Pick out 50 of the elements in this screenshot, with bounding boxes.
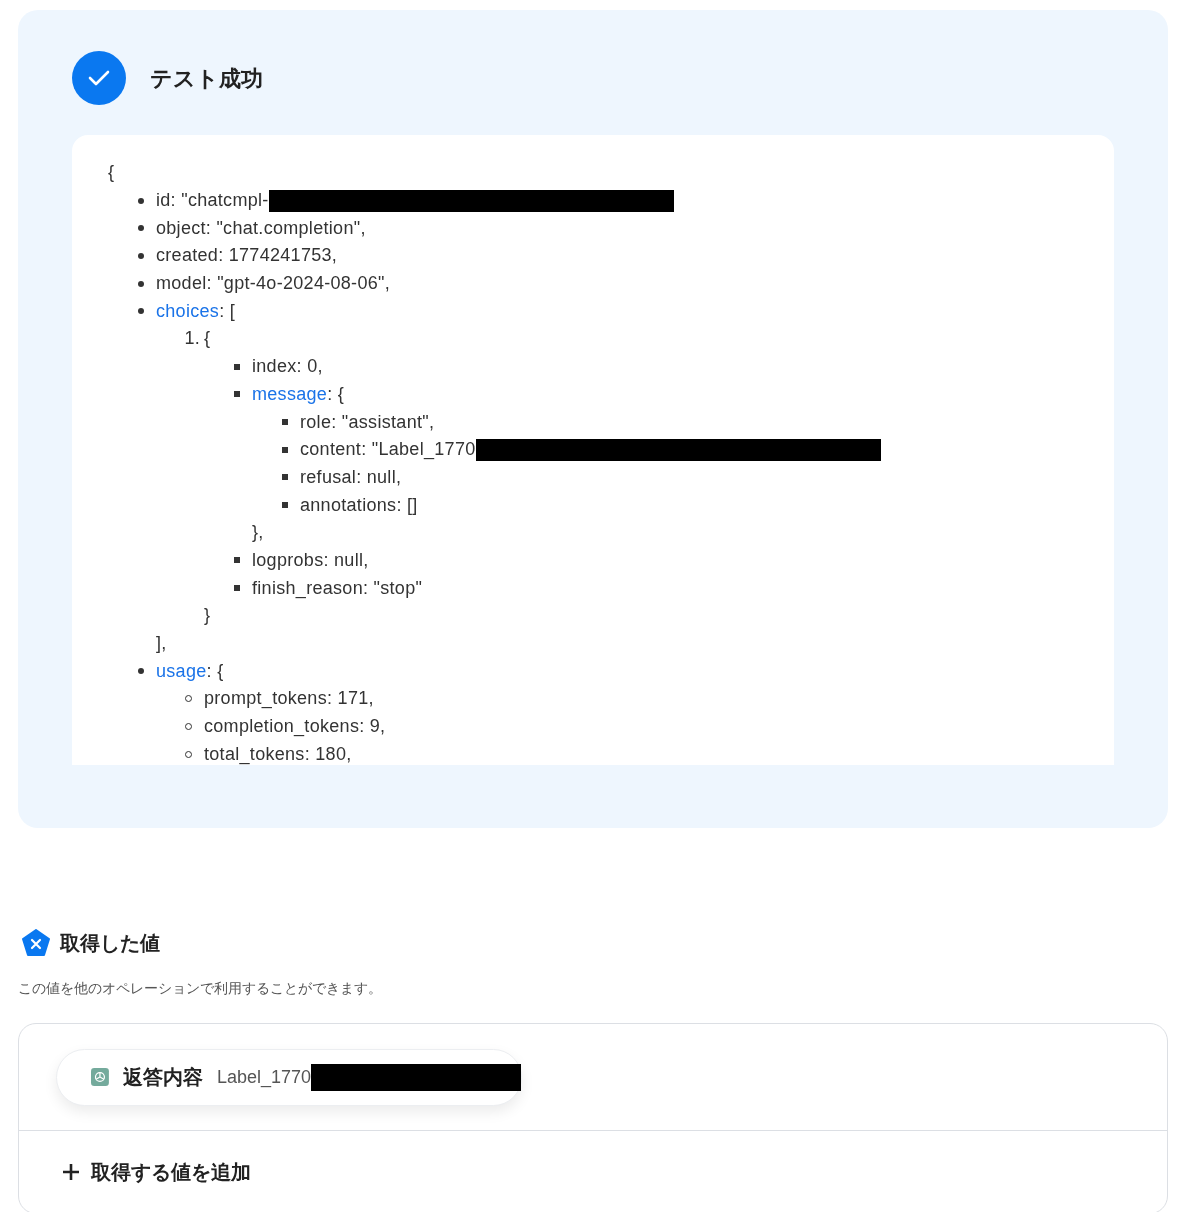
code-line: refusal: null, [300,465,402,489]
bullet-icon [282,419,288,426]
code-line: message: { [252,382,345,406]
key-link[interactable]: usage [156,660,207,681]
bullet-icon [234,557,240,564]
variable-icon [22,929,50,957]
code-line: annotations: [] [300,493,418,517]
bullet-icon [138,668,144,675]
bullet-icon [282,502,288,509]
code-line: ], [156,632,167,656]
code-line: { [204,327,211,351]
bullet-icon [282,474,288,481]
bullet-icon [138,252,144,259]
bullet-icon [234,363,240,370]
section-title: 取得した値 [60,931,160,956]
code-line: content: "Label_1770 [300,438,476,462]
list-number: 1. [184,327,200,351]
code-line: object: "chat.completion", [156,216,366,240]
code-line: index: 0, [252,355,323,379]
bullet-icon [234,391,240,398]
code-line: } [204,604,211,628]
key-link[interactable]: message [252,383,328,404]
bullet-icon [234,585,240,592]
code-line: finish_reason: "stop" [252,576,423,601]
plus-icon [61,1162,81,1182]
code-line: id: "chatcmpl- [156,189,269,213]
code-line: created: 1774241753, [156,244,338,268]
code-line: usage: { [156,659,224,683]
code-line: completion_tokens: 9, [204,715,386,739]
code-line: }, [252,521,264,545]
key-link[interactable]: choices [156,300,220,321]
code-line: role: "assistant", [300,410,435,434]
code-line: model: "gpt-4o-2024-08-06", [156,272,390,296]
code-line: choices: [ [156,299,236,323]
result-title: テスト成功 [150,64,263,93]
bullet-icon [138,308,144,315]
value-name: 返答内容 [122,1065,203,1090]
section-description: この値を他のオペレーションで利用することができます。 [18,979,383,998]
code-line: total_tokens: 180, [204,742,352,765]
code-line: { [108,161,115,185]
bullet-icon [138,280,144,287]
bullet-icon [138,197,144,204]
value-text: Label_1770 [216,1065,311,1090]
code-line: prompt_tokens: 171, [204,687,374,711]
bullet-icon [282,446,288,453]
ai-logo-icon [91,1066,109,1088]
bullet-icon [138,225,144,232]
value-chip[interactable]: 返答内容 Label_1770 [56,1048,522,1106]
add-value-button[interactable]: 取得する値を追加 [19,1131,1167,1212]
code-line: logprobs: null, [252,548,369,572]
